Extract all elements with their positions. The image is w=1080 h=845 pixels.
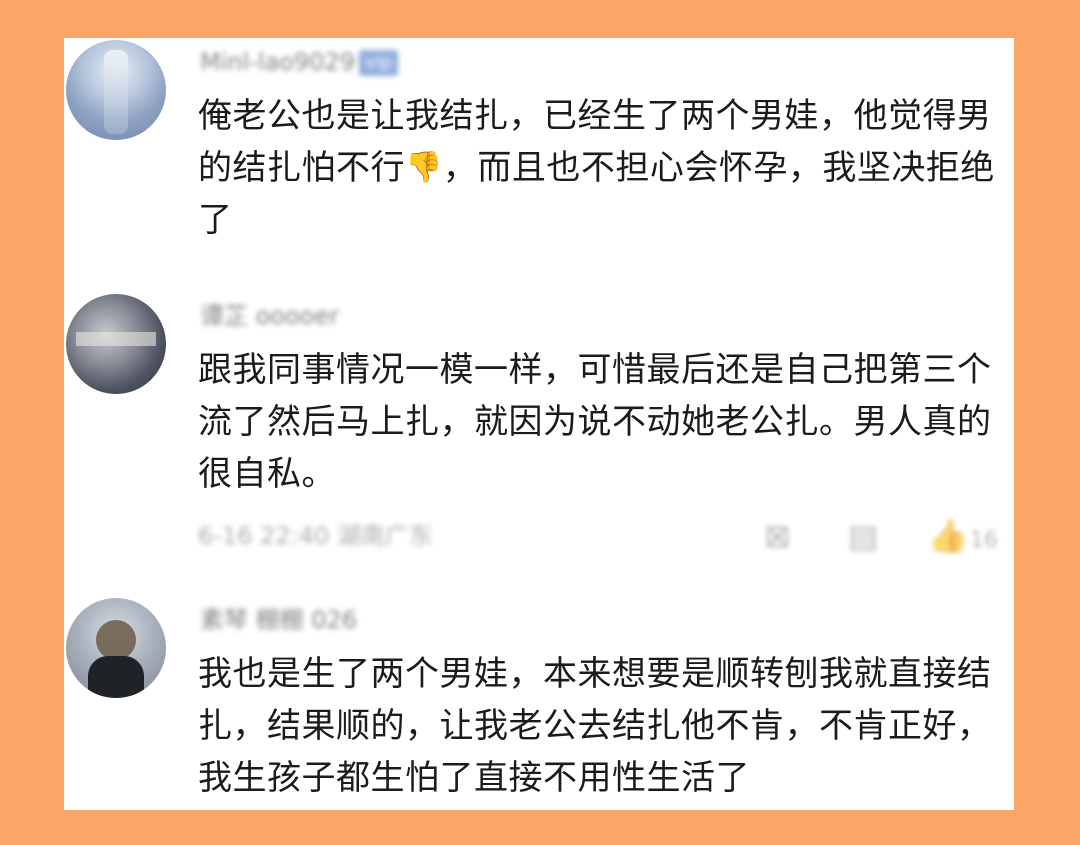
thumbs-down-icon: 👎 [405, 150, 443, 185]
username[interactable]: 素琴 棚棚 026 [200, 604, 357, 636]
comment-meta-row: 6-16 22:40 湖南广东 ⊠ ▤ 👍16 [198, 516, 1014, 556]
like-button[interactable]: 👍16 [928, 518, 998, 554]
share-icon[interactable]: ⊠ [764, 518, 791, 554]
username[interactable]: Minl-lao9029 vip [200, 46, 399, 78]
avatar[interactable] [66, 294, 166, 394]
comment-icon[interactable]: ▤ [848, 518, 878, 554]
comment-text: 跟我同事情况一模一样，可惜最后还是自己把第三个流了然后马上扎，就因为说不动她老公… [198, 350, 992, 494]
comment-text: 俺老公也是让我结扎，已经生了两个男娃，他觉得男的结扎怕不行👎，而且也不担心会怀孕… [198, 90, 1014, 246]
vip-badge: vip [359, 50, 399, 76]
username-text: Minl-lao9029 [200, 48, 356, 76]
like-count: 16 [969, 528, 998, 553]
thumbs-up-icon: 👍 [928, 517, 968, 555]
comments-card: Minl-lao9029 vip 俺老公也是让我结扎，已经生了两个男娃，他觉得男的… [64, 38, 1014, 810]
avatar[interactable] [66, 598, 166, 698]
comment-text: 我也是生了两个男娃，本来想要是顺转刨我就直接结扎，结果顺的，让我老公去结扎他不肯… [198, 654, 992, 798]
avatar[interactable] [66, 40, 166, 140]
timestamp-location: 6-16 22:40 湖南广东 [198, 522, 433, 550]
username[interactable]: 谭芷 ooooer [200, 300, 339, 332]
